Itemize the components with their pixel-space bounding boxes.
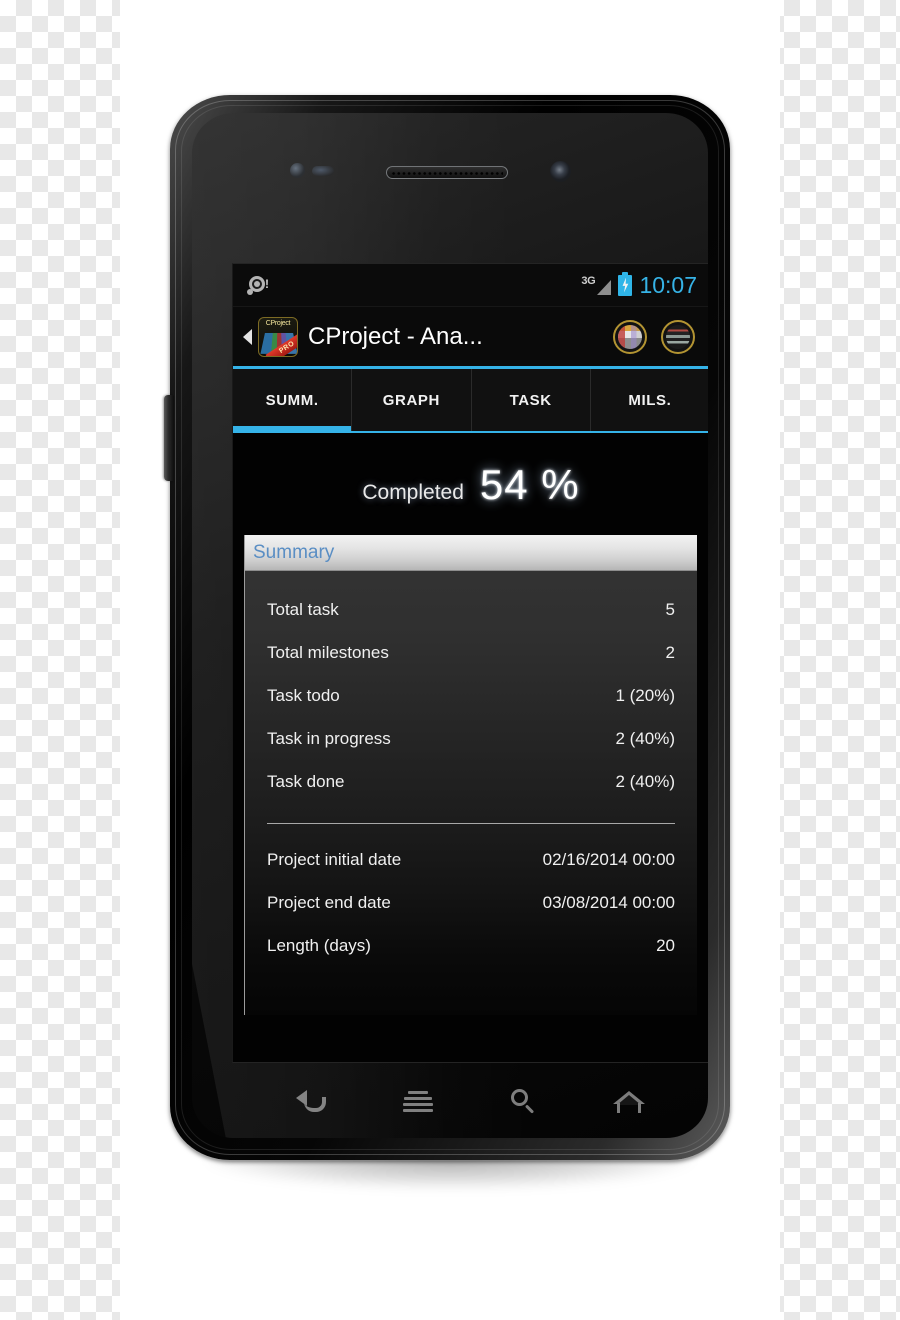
table-row[interactable]: Project end date 03/08/2014 00:00 xyxy=(245,881,697,924)
battery-charging-icon xyxy=(618,271,633,296)
earpiece-speaker xyxy=(386,166,508,179)
row-label: Total task xyxy=(267,599,339,619)
tab-task[interactable]: TASK xyxy=(470,369,590,431)
status-bar-left: ! xyxy=(247,275,269,296)
row-value: 02/16/2014 00:00 xyxy=(542,849,675,869)
page-title: CProject - Ana... xyxy=(308,322,483,350)
tab-milestones[interactable]: MILS. xyxy=(589,369,708,431)
status-bar: ! 3G 10:07 xyxy=(233,264,708,307)
tab-summary[interactable]: SUMM. xyxy=(233,369,352,433)
front-camera-icon xyxy=(550,161,571,182)
speaker-grille xyxy=(391,171,503,176)
network-label: 3G xyxy=(581,274,596,287)
signal-triangle-icon: 3G xyxy=(581,274,612,295)
row-label: Total milestones xyxy=(267,642,389,662)
back-button[interactable] xyxy=(290,1081,336,1121)
row-label: Project end date xyxy=(267,892,391,912)
table-row[interactable]: Total milestones 2 xyxy=(245,631,697,674)
table-row[interactable]: Task todo 1 (20%) xyxy=(245,674,697,717)
tab-content-summary: Completed 54 % Summary Total task 5 Tota… xyxy=(233,433,708,1062)
list-view-button[interactable] xyxy=(661,319,695,354)
tab-bar: SUMM. GRAPH TASK MILS. xyxy=(233,369,708,433)
navigation-bar xyxy=(232,1065,708,1137)
device-glass-panel: ! 3G 10:07 CProject PRO CProject - Ana..… xyxy=(192,113,708,1138)
completed-label: Completed xyxy=(362,481,464,504)
row-value: 2 (40%) xyxy=(615,771,675,791)
row-value: 03/08/2014 00:00 xyxy=(542,892,675,912)
table-row[interactable]: Total task 5 xyxy=(245,588,697,631)
row-value: 20 xyxy=(656,935,675,955)
status-clock: 10:07 xyxy=(639,271,697,298)
menu-button[interactable] xyxy=(395,1081,441,1121)
row-value: 5 xyxy=(665,599,675,619)
tab-graph[interactable]: GRAPH xyxy=(351,369,471,431)
app-icon-title: CProject xyxy=(265,319,291,327)
status-bar-right: 3G 10:07 xyxy=(581,271,697,298)
home-icon xyxy=(613,1091,646,1113)
cproject-app-icon[interactable]: CProject PRO xyxy=(258,316,298,357)
volume-rocker-button[interactable] xyxy=(164,395,174,481)
row-label: Project initial date xyxy=(267,849,402,869)
search-button[interactable] xyxy=(501,1081,547,1121)
search-icon xyxy=(510,1089,537,1115)
page-root: ! 3G 10:07 CProject PRO CProject - Ana..… xyxy=(0,0,900,1320)
menu-lines-icon xyxy=(403,1091,434,1112)
row-label: Length (days) xyxy=(267,935,371,955)
summary-card-title: Summary xyxy=(253,541,335,563)
row-value: 1 (20%) xyxy=(615,685,675,705)
row-label: Task todo xyxy=(267,685,340,705)
row-value: 2 (40%) xyxy=(615,728,675,748)
summary-card-header: Summary xyxy=(245,535,697,571)
summary-card-body: Total task 5 Total milestones 2 Task tod… xyxy=(245,588,697,967)
alarm-warning-icon: ! xyxy=(247,275,269,296)
row-label: Task done xyxy=(267,771,345,791)
light-sensor-icon xyxy=(312,166,334,176)
summary-card: Summary Total task 5 Total milestones 2 xyxy=(244,535,697,1015)
completed-percent: 54 % xyxy=(479,461,580,508)
smartphone-device: ! 3G 10:07 CProject PRO CProject - Ana..… xyxy=(164,95,730,1160)
table-row[interactable]: Task in progress 2 (40%) xyxy=(245,717,697,760)
table-row[interactable]: Project initial date 02/16/2014 00:00 xyxy=(245,838,697,881)
up-caret-icon[interactable] xyxy=(243,328,252,345)
table-row[interactable]: Length (days) 20 xyxy=(245,924,697,967)
section-divider xyxy=(267,823,675,824)
row-value: 2 xyxy=(665,642,675,662)
phone-screen: ! 3G 10:07 CProject PRO CProject - Ana..… xyxy=(232,263,708,1063)
gantt-view-button[interactable] xyxy=(613,319,647,354)
home-button[interactable] xyxy=(606,1081,652,1121)
row-label: Task in progress xyxy=(267,728,391,748)
proximity-sensor-icon xyxy=(290,163,305,178)
table-row[interactable]: Task done 2 (40%) xyxy=(245,760,697,803)
completed-progress: Completed 54 % xyxy=(233,433,708,535)
action-bar: CProject PRO CProject - Ana... xyxy=(233,307,708,369)
back-arrow-icon xyxy=(295,1088,330,1114)
